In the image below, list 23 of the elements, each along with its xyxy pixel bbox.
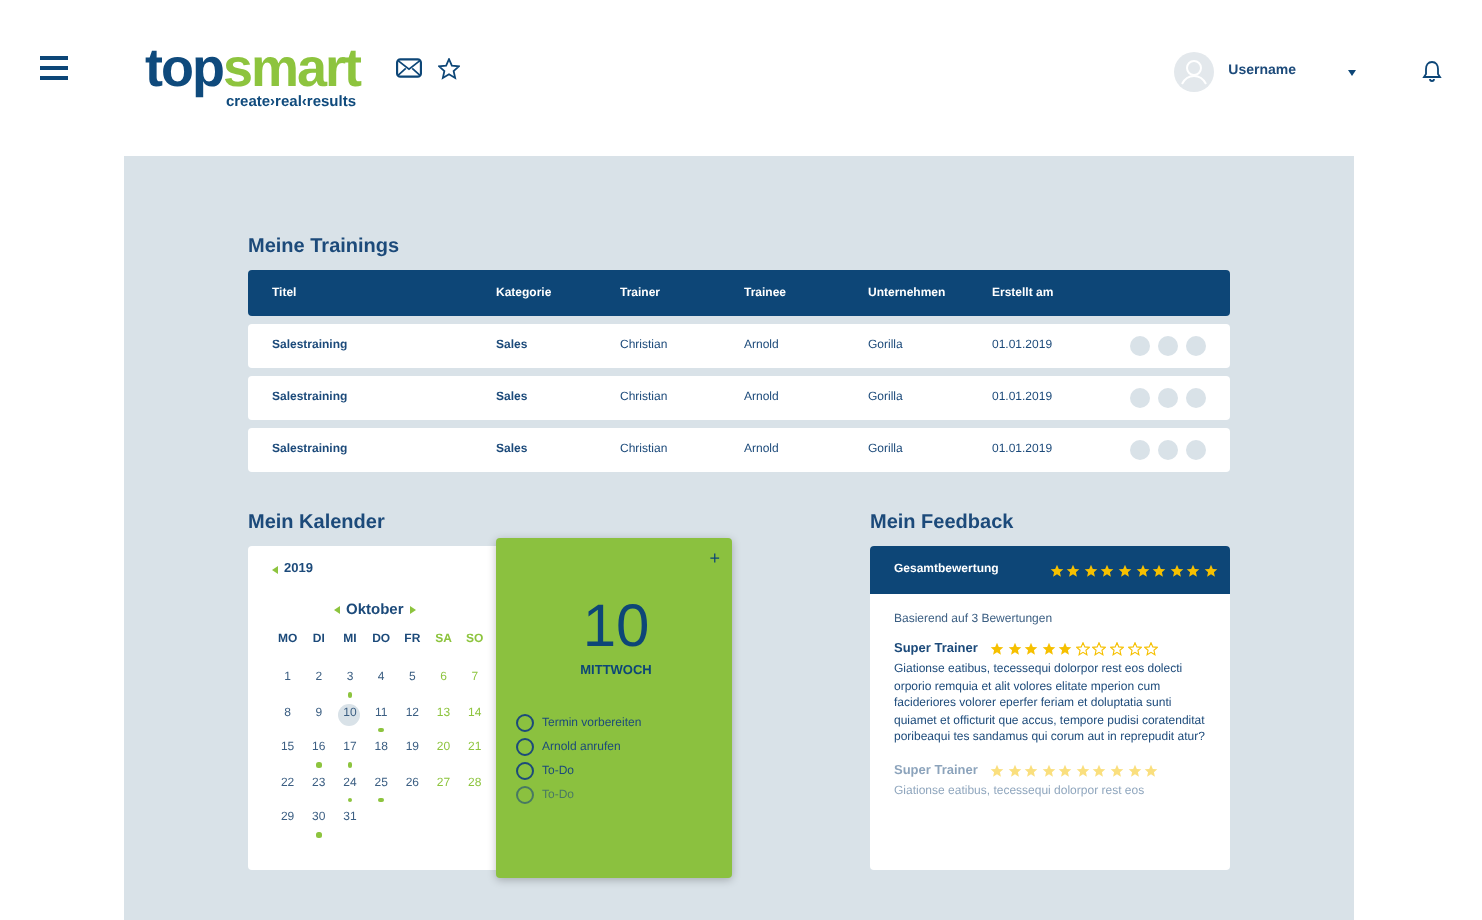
bell-icon[interactable]: [1422, 60, 1442, 82]
caret-icon[interactable]: [1348, 70, 1356, 76]
star-icon: [989, 763, 1004, 778]
checkbox[interactable]: [516, 786, 534, 804]
mail-icon[interactable]: [396, 58, 422, 78]
checkbox[interactable]: [516, 714, 534, 732]
previous-icon[interactable]: [334, 605, 340, 613]
star-icon: [1007, 763, 1021, 778]
star-icon: [989, 642, 1004, 656]
section-title: Mein Kalender: [248, 512, 387, 534]
add-button[interactable]: +: [709, 550, 720, 568]
checkbox[interactable]: [516, 762, 534, 780]
section-title: Meine Trainings: [248, 236, 402, 258]
previous-icon[interactable]: [272, 565, 278, 573]
checkbox[interactable]: [516, 738, 534, 756]
avatar-icon[interactable]: [1174, 52, 1215, 92]
next-icon[interactable]: [409, 605, 416, 613]
section-title: Mein Feedback: [870, 512, 1016, 534]
star-icon: [1007, 642, 1021, 656]
star-icon: [1204, 563, 1218, 577]
day-number: 10: [580, 598, 652, 658]
menu-icon[interactable]: [40, 56, 68, 80]
star-icon[interactable]: [438, 58, 460, 80]
